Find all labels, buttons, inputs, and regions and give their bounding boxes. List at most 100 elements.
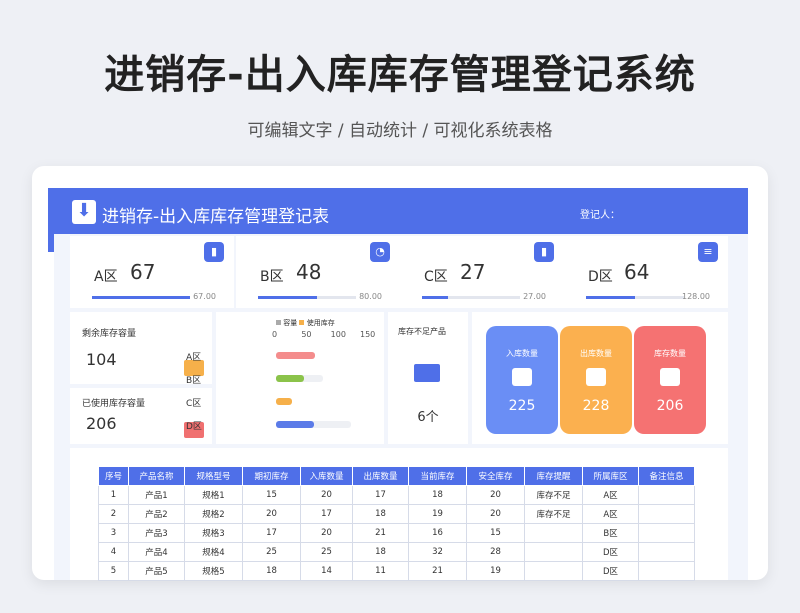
table-cell[interactable]: 15: [466, 523, 525, 543]
inbox-icon: ⬇: [512, 368, 532, 386]
table-cell[interactable]: 规格4: [184, 542, 243, 562]
table-cell[interactable]: 21: [408, 561, 467, 581]
table-cell[interactable]: 17: [300, 504, 353, 524]
chart-legend: 容量 使用库存: [276, 318, 335, 328]
table-cell[interactable]: 18: [242, 561, 301, 581]
table-header-cell: 序号: [98, 466, 129, 486]
table-header-cell: 库存提醒: [524, 466, 583, 486]
column-chart-icon: ▮: [534, 242, 554, 262]
table-cell[interactable]: 19: [466, 561, 525, 581]
kpi-card: A区 67 ▮ 67.00: [70, 236, 234, 308]
table-cell[interactable]: 2: [98, 504, 129, 524]
download-icon[interactable]: ⬇: [72, 200, 96, 224]
table-cell[interactable]: D区: [582, 542, 639, 562]
table-cell[interactable]: [638, 542, 695, 562]
table-cell[interactable]: 20: [466, 504, 525, 524]
table-header-cell: 入库数量: [300, 466, 353, 486]
table-cell[interactable]: 20: [466, 485, 525, 505]
table-cell[interactable]: 库存不足: [524, 504, 583, 524]
table-cell[interactable]: 规格1: [184, 485, 243, 505]
table-cell[interactable]: 15: [242, 485, 301, 505]
table-cell[interactable]: 32: [408, 542, 467, 562]
table-cell[interactable]: 4: [98, 542, 129, 562]
table-cell[interactable]: 库存不足: [524, 485, 583, 505]
table-cell[interactable]: 产品2: [128, 504, 185, 524]
stat-out: 出库数量 ⬆ 228: [560, 326, 632, 434]
table-cell[interactable]: 20: [300, 523, 353, 543]
shortage-value: 6个: [417, 410, 439, 425]
table-cell[interactable]: 17: [242, 523, 301, 543]
kpi-value: 64: [624, 260, 650, 284]
registrant-label: 登记人：: [580, 210, 620, 221]
legend-label: 使用库存: [306, 319, 335, 327]
table-cell[interactable]: [638, 561, 695, 581]
table-cell[interactable]: 25: [242, 542, 301, 562]
table-cell[interactable]: A区: [582, 485, 639, 505]
table-cell[interactable]: 14: [300, 561, 353, 581]
stat-label: 库存数量: [654, 349, 686, 358]
kpi-max: 27.00: [523, 292, 546, 301]
chart-category-label: C区: [186, 399, 202, 409]
stat-label: 入库数量: [506, 349, 538, 358]
chart-category-label: A区: [186, 353, 202, 363]
chart-category-label: D区: [186, 422, 202, 432]
table-cell[interactable]: [638, 485, 695, 505]
table-cell[interactable]: 25: [300, 542, 353, 562]
table-cell[interactable]: [524, 561, 583, 581]
bar-chart-icon: ▮: [204, 242, 224, 262]
table-cell[interactable]: A区: [582, 504, 639, 524]
table-cell[interactable]: 产品1: [128, 485, 185, 505]
shortage-card: 库存不足产品 6个: [388, 312, 468, 444]
page-title: 进销存-出入库库存管理登记系统: [104, 52, 696, 98]
table-cell[interactable]: [524, 542, 583, 562]
table-cell[interactable]: 规格3: [184, 523, 243, 543]
table-row: 3 产品3 规格3 17 20 21 16 15 B区: [98, 523, 695, 543]
chart-category-label: B区: [186, 376, 202, 386]
table-cell[interactable]: 产品5: [128, 561, 185, 581]
table-cell[interactable]: 规格2: [184, 504, 243, 524]
pie-chart-icon: ◔: [370, 242, 390, 262]
table-cell[interactable]: 19: [408, 504, 467, 524]
table-cell[interactable]: 18: [352, 542, 409, 562]
legend-swatch: [299, 320, 305, 325]
table-cell[interactable]: [524, 523, 583, 543]
chart-bar-used: [276, 375, 305, 382]
table-header-cell: 期初库存: [242, 466, 301, 486]
stat-value: 206: [656, 398, 684, 414]
table-cell[interactable]: [638, 523, 695, 543]
kpi-max: 128.00: [682, 292, 710, 301]
table-cell[interactable]: 18: [408, 485, 467, 505]
kpi-label: D区: [588, 269, 613, 285]
table-cell[interactable]: 11: [352, 561, 409, 581]
inventory-table: 序号 产品名称 规格型号 期初库存 入库数量 出库数量 当前库存 安全库存 库存提醒 所属库区 备注…: [98, 466, 695, 581]
table-cell[interactable]: 5: [98, 561, 129, 581]
chart-bar-used: [276, 352, 316, 359]
kpi-progress-fill: [422, 296, 449, 299]
table-cell[interactable]: 20: [242, 504, 301, 524]
table-cell[interactable]: 3: [98, 523, 129, 543]
stat-label: 出库数量: [580, 349, 612, 358]
kpi-card: C区 27 ▮ 27.00: [400, 236, 564, 308]
kpi-progress-fill: [92, 296, 190, 299]
table-header-cell: 当前库存: [408, 466, 467, 486]
table-cell[interactable]: 28: [466, 542, 525, 562]
table-cell[interactable]: 产品3: [128, 523, 185, 543]
table-cell[interactable]: D区: [582, 561, 639, 581]
table-cell[interactable]: 规格5: [184, 561, 243, 581]
chart-tick-label: 150: [360, 330, 376, 339]
list-icon: ≡: [698, 242, 718, 262]
kpi-card: B区 48 ◔ 80.00: [236, 236, 400, 308]
table-cell[interactable]: 20: [300, 485, 353, 505]
table-cell[interactable]: 21: [352, 523, 409, 543]
table-cell[interactable]: 16: [408, 523, 467, 543]
kpi-progress: [258, 296, 356, 299]
kpi-value: 48: [296, 260, 322, 284]
kpi-label: C区: [424, 269, 448, 285]
table-cell[interactable]: 17: [352, 485, 409, 505]
table-cell[interactable]: B区: [582, 523, 639, 543]
outbox-icon: ⬆: [586, 368, 606, 386]
table-cell[interactable]: 产品4: [128, 542, 185, 562]
table-cell[interactable]: [638, 504, 695, 524]
table-cell[interactable]: 1: [98, 485, 129, 505]
table-cell[interactable]: 18: [352, 504, 409, 524]
